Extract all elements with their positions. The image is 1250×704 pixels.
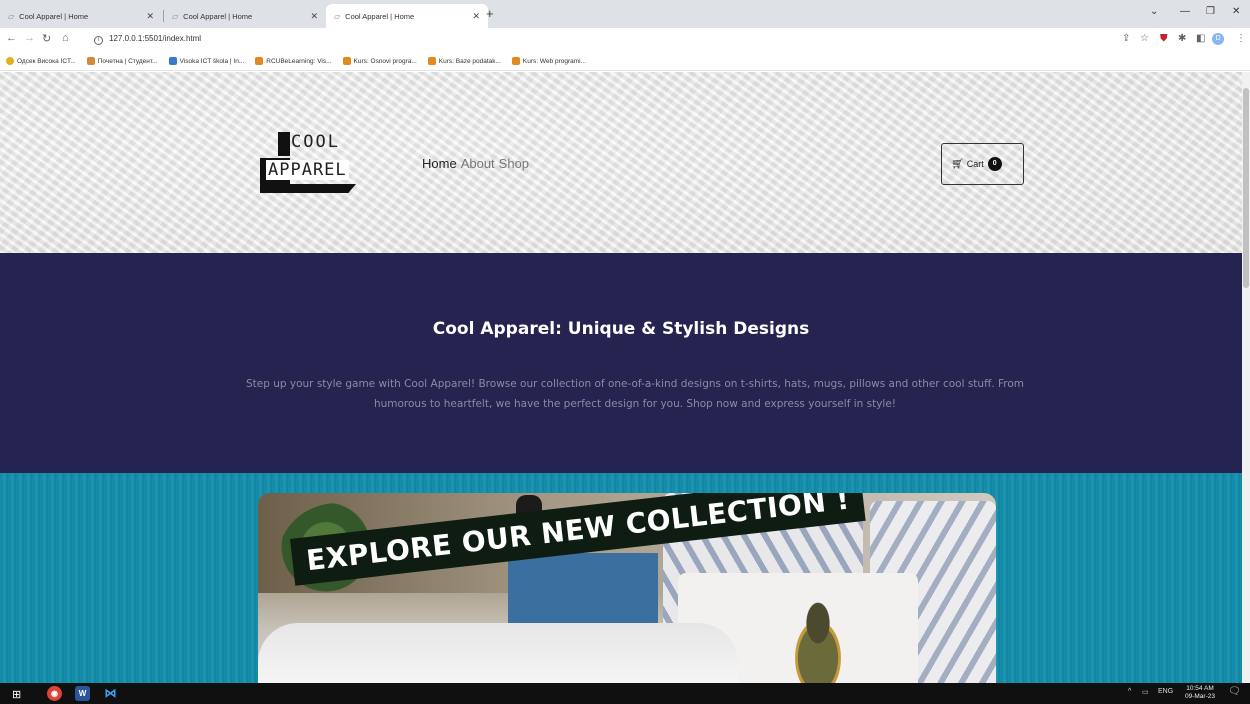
bookmark-favicon-icon	[427, 57, 436, 65]
notifications-icon[interactable]: 🗨︎	[1228, 686, 1241, 697]
minimize-icon[interactable]: —	[1180, 6, 1190, 17]
scrollbar-thumb[interactable]	[1243, 88, 1249, 288]
logo-text-cool: COOL	[291, 132, 340, 152]
word-app-icon[interactable]: W	[75, 686, 90, 701]
menu-dots-icon[interactable]: ⋮	[1236, 33, 1246, 44]
bookmark-item[interactable]: Kurs: Web programi...	[511, 57, 587, 65]
browser-tab-3-active[interactable]: ▱ Cool Apparel | Home ✕	[326, 4, 488, 28]
bookmark-item[interactable]: Kurs: Baze podatak...	[427, 57, 501, 65]
bookmark-favicon-icon	[86, 57, 95, 65]
vscode-app-icon[interactable]: ⋈	[103, 686, 118, 701]
banner-scene-duvet	[258, 623, 738, 683]
cart-label: Cart	[966, 159, 984, 169]
site-info-icon[interactable]: i	[94, 36, 103, 45]
bookmark-label: RCUBeLearning: Vis...	[266, 57, 332, 65]
tab-title: Cool Apparel | Home	[345, 11, 415, 21]
bookmark-label: Kurs: Web programi...	[522, 57, 587, 65]
tab-favicon-icon: ▱	[172, 11, 179, 21]
tab-favicon-icon: ▱	[334, 11, 341, 21]
tab-close-icon[interactable]: ✕	[472, 11, 480, 22]
bookmarks-bar: Одсек Висока ICT... Почетна | Студент...…	[0, 52, 1250, 71]
bookmark-star-icon[interactable]: ☆	[1140, 33, 1149, 44]
browser-toolbar: ← → ↻ ⌂ i 127.0.0.1:5501/index.html ⇪ ☆ ⛊…	[0, 28, 1250, 52]
bookmark-label: Visoka ICT škola | In...	[179, 57, 245, 65]
network-icon[interactable]: ▭	[1142, 688, 1149, 696]
site-logo[interactable]: COOL APPAREL	[260, 130, 360, 196]
windows-start-icon[interactable]: ⊞	[12, 688, 21, 701]
bookmark-item[interactable]: Почетна | Студент...	[86, 57, 158, 65]
cart-icon: 🛒︎	[951, 158, 964, 170]
tab-search-icon[interactable]: ⌄	[1150, 6, 1158, 17]
shield-extension-icon[interactable]: ⛊	[1160, 33, 1168, 44]
main-nav: Home About Shop	[422, 156, 529, 171]
nav-about[interactable]: About	[461, 156, 495, 171]
tab-close-icon[interactable]: ✕	[146, 11, 154, 22]
browser-tab-strip: ▱ Cool Apparel | Home ✕ ▱ Cool Apparel |…	[0, 0, 1250, 28]
restore-icon[interactable]: ❐	[1206, 6, 1215, 17]
collection-banner-image[interactable]: EXPLORE OUR NEW COLLECTION !	[258, 493, 996, 683]
bookmark-label: Kurs: Osnovi progra...	[353, 57, 417, 65]
nav-home[interactable]: Home	[422, 156, 457, 171]
bookmark-item[interactable]: RCUBeLearning: Vis...	[255, 57, 332, 65]
collection-section: EXPLORE OUR NEW COLLECTION !	[0, 473, 1242, 683]
bookmark-favicon-icon	[511, 57, 520, 65]
windows-taskbar: ⊞ ◉ W ⋈ ^ ▭ ENG 10:54 AM 09-Mar-23 🗨︎	[0, 683, 1250, 704]
browser-tab-2[interactable]: ▱ Cool Apparel | Home ✕	[164, 4, 326, 28]
hero-section: Cool Apparel: Unique & Stylish Designs S…	[0, 253, 1242, 473]
share-icon[interactable]: ⇪	[1122, 33, 1130, 44]
logo-mark	[260, 184, 356, 193]
bookmark-item[interactable]: Visoka ICT škola | In...	[168, 57, 245, 65]
clock-time: 10:54 AM	[1186, 685, 1214, 692]
back-arrow-icon[interactable]: ←	[6, 32, 17, 44]
hero-title: Cool Apparel: Unique & Stylish Designs	[432, 319, 810, 339]
bookmark-label: Kurs: Baze podatak...	[438, 57, 501, 65]
reload-icon[interactable]: ↻	[42, 32, 51, 45]
window-close-icon[interactable]: ✕	[1232, 6, 1240, 17]
tab-close-icon[interactable]: ✕	[310, 11, 318, 22]
tab-favicon-icon: ▱	[8, 11, 15, 21]
site-header: COOL APPAREL Home About Shop 🛒︎ Cart 0	[0, 72, 1242, 253]
taskbar-clock[interactable]: 10:54 AM 09-Mar-23	[1181, 685, 1219, 701]
bookmark-favicon-icon	[255, 57, 264, 65]
new-tab-button[interactable]: +	[486, 6, 494, 21]
bookmark-item[interactable]: Kurs: Osnovi progra...	[342, 57, 417, 65]
bookmark-label: Одсек Висока ICT...	[17, 57, 76, 65]
bookmark-favicon-icon	[6, 57, 14, 65]
bookmark-favicon-icon	[168, 57, 177, 65]
nav-shop[interactable]: Shop	[499, 156, 529, 171]
profile-avatar[interactable]: D	[1212, 33, 1224, 45]
bookmark-label: Почетна | Студент...	[97, 57, 158, 65]
bookmark-item[interactable]: Одсек Висока ICT...	[6, 57, 76, 65]
url-text: 127.0.0.1:5501/index.html	[109, 34, 202, 43]
forward-arrow-icon[interactable]: →	[24, 32, 35, 44]
page-scrollbar[interactable]	[1242, 72, 1250, 683]
tab-title: Cool Apparel | Home	[19, 11, 89, 21]
extensions-puzzle-icon[interactable]: ✱	[1178, 33, 1186, 44]
tab-title: Cool Apparel | Home	[183, 11, 253, 21]
hero-description: Step up your style game with Cool Appare…	[245, 378, 1025, 410]
cart-button[interactable]: 🛒︎ Cart 0	[941, 143, 1024, 185]
cart-count-badge: 0	[987, 157, 1002, 171]
logo-mark	[278, 132, 290, 156]
language-indicator[interactable]: ENG	[1158, 688, 1173, 695]
page-viewport: COOL APPAREL Home About Shop 🛒︎ Cart 0 C…	[0, 72, 1242, 683]
tray-chevron-icon[interactable]: ^	[1128, 688, 1131, 695]
side-panel-icon[interactable]: ◧	[1196, 33, 1205, 44]
browser-tab-1[interactable]: ▱ Cool Apparel | Home ✕	[0, 4, 162, 28]
address-bar[interactable]: i 127.0.0.1:5501/index.html	[94, 34, 201, 45]
chrome-app-icon[interactable]: ◉	[47, 686, 62, 701]
banner-scene-frog-print	[778, 593, 858, 683]
bookmark-favicon-icon	[342, 57, 351, 65]
home-icon[interactable]: ⌂	[62, 32, 69, 44]
logo-text-apparel: APPAREL	[266, 160, 349, 180]
clock-date: 09-Mar-23	[1185, 693, 1215, 700]
